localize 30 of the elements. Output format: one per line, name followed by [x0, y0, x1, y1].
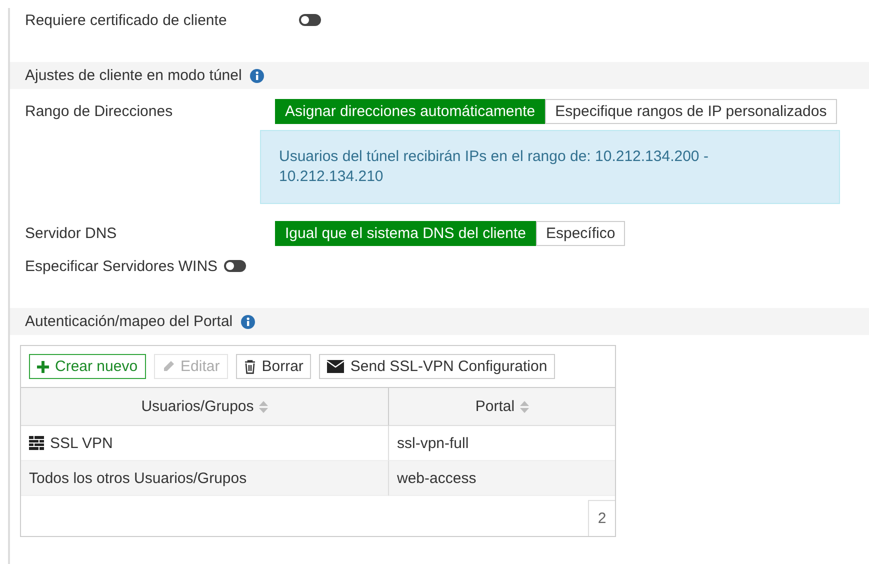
option-tab[interactable]: Específico: [536, 221, 626, 246]
row-count: 2: [588, 500, 615, 536]
column-header[interactable]: Portal: [475, 398, 515, 415]
option-tab[interactable]: Asignar direcciones automáticamente: [275, 99, 546, 124]
table-cell: web-access: [397, 470, 476, 486]
pencil-icon: [162, 360, 175, 373]
column-header[interactable]: Usuarios/Grupos: [141, 398, 254, 415]
field-label: Especificar Servidores WINS: [25, 258, 218, 274]
field-label: Requiere certificado de cliente: [25, 12, 228, 28]
section-title: Autenticación/mapeo del Portal: [25, 313, 233, 330]
info-message: Usuarios del túnel recibirán IPs en el rango de: 10.212.134.200 - 10.212.134.210: [260, 130, 840, 204]
section-title: Ajustes de cliente en modo túnel: [25, 67, 242, 84]
info-icon: [250, 68, 264, 82]
option-tab[interactable]: Especifique rangos de IP personalizados: [545, 99, 837, 124]
field-label: Servidor DNS: [25, 225, 118, 242]
toolbar-button[interactable]: Crear nuevo: [29, 354, 146, 379]
table-cell: ssl-vpn-full: [397, 434, 469, 452]
option-tab[interactable]: Igual que el sistema DNS del cliente: [275, 221, 536, 246]
toolbar-button[interactable]: Send SSL-VPN Configuration: [319, 354, 556, 379]
info-icon: [240, 314, 255, 328]
group-icon: [29, 436, 44, 450]
toggle-switch[interactable]: [299, 14, 321, 26]
field-label: Rango de Direcciones: [25, 103, 174, 120]
toolbar-button[interactable]: Borrar: [236, 354, 312, 379]
table-cell: Todos los otros Usuarios/Grupos: [29, 470, 247, 486]
plus-icon: [37, 360, 49, 372]
envelope-icon: [327, 360, 344, 373]
table-cell: SSL VPN: [50, 434, 113, 452]
trash-icon: [244, 360, 256, 374]
toggle-switch[interactable]: [224, 260, 246, 272]
